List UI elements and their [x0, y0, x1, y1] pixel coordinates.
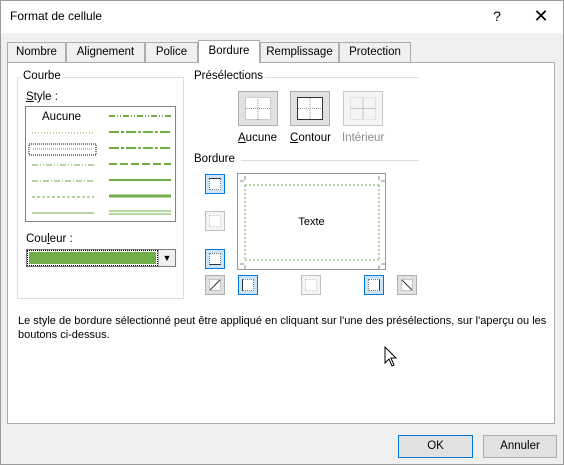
dialog-title: Format de cellule — [10, 9, 103, 23]
tab-protection[interactable]: Protection — [339, 42, 411, 62]
border-top-icon — [209, 178, 221, 190]
line-styles-graphic — [28, 115, 171, 215]
border-inside-horizontal-icon — [209, 215, 221, 227]
border-preview[interactable]: Texte — [237, 173, 386, 270]
chevron-down-icon[interactable]: ▼ — [158, 250, 175, 266]
preset-inside-icon — [350, 97, 376, 120]
border-diagonal-down-button[interactable] — [397, 275, 417, 295]
border-right-button[interactable] — [364, 275, 384, 295]
preset-none-button[interactable] — [238, 91, 278, 126]
border-diagonal-up-button[interactable] — [205, 275, 225, 295]
diagonal-down-icon — [401, 279, 413, 291]
mouse-pointer-icon — [384, 346, 398, 367]
border-left-icon — [242, 279, 254, 291]
preset-outline-button[interactable] — [290, 91, 330, 126]
border-bottom-icon — [209, 253, 221, 265]
preset-inside-button[interactable] — [343, 91, 383, 126]
tab-remplissage[interactable]: Remplissage — [260, 42, 339, 62]
close-button[interactable]: ✕ — [532, 6, 550, 26]
color-label: Couleur : — [26, 233, 73, 245]
ok-button[interactable]: OK — [398, 435, 473, 458]
preset-inside-label: Intérieur — [342, 132, 385, 144]
format-cells-dialog: Format de cellule ? ✕ Nombre Alignement … — [0, 0, 564, 465]
description-text: Le style de bordure sélectionné peut êtr… — [18, 315, 547, 341]
presets-group-label: Présélections — [192, 70, 266, 82]
border-top-button[interactable] — [205, 174, 225, 194]
tab-bordure[interactable]: Bordure — [198, 40, 260, 63]
line-style-list[interactable]: Aucune — [25, 106, 176, 222]
preset-outline-icon — [297, 97, 323, 120]
border-inside-horizontal-button[interactable] — [205, 211, 225, 231]
color-swatch — [27, 250, 158, 266]
title-bar: Format de cellule ? ✕ — [1, 1, 563, 33]
border-group-label: Bordure — [192, 153, 237, 165]
tab-police[interactable]: Police — [145, 42, 198, 62]
border-separator — [241, 160, 419, 161]
help-button[interactable]: ? — [488, 7, 506, 25]
preview-text: Texte — [298, 216, 325, 228]
border-bottom-button[interactable] — [205, 249, 225, 269]
border-left-button[interactable] — [238, 275, 258, 295]
tab-alignement[interactable]: Alignement — [66, 42, 145, 62]
color-dropdown[interactable]: ▼ — [26, 249, 176, 267]
border-inside-vertical-icon — [305, 279, 317, 291]
preset-outline-label: Contour — [290, 132, 331, 144]
border-inside-vertical-button[interactable] — [301, 275, 321, 295]
style-label: Style : — [26, 91, 58, 103]
tab-nombre[interactable]: Nombre — [7, 42, 66, 62]
cancel-button[interactable]: Annuler — [483, 435, 557, 458]
preset-none-label: Aucune — [238, 132, 278, 144]
courbe-group-label: Courbe — [21, 70, 63, 82]
preset-none-icon — [245, 97, 271, 120]
border-right-icon — [368, 279, 380, 291]
presets-separator — [265, 77, 419, 78]
diagonal-up-icon — [209, 279, 221, 291]
